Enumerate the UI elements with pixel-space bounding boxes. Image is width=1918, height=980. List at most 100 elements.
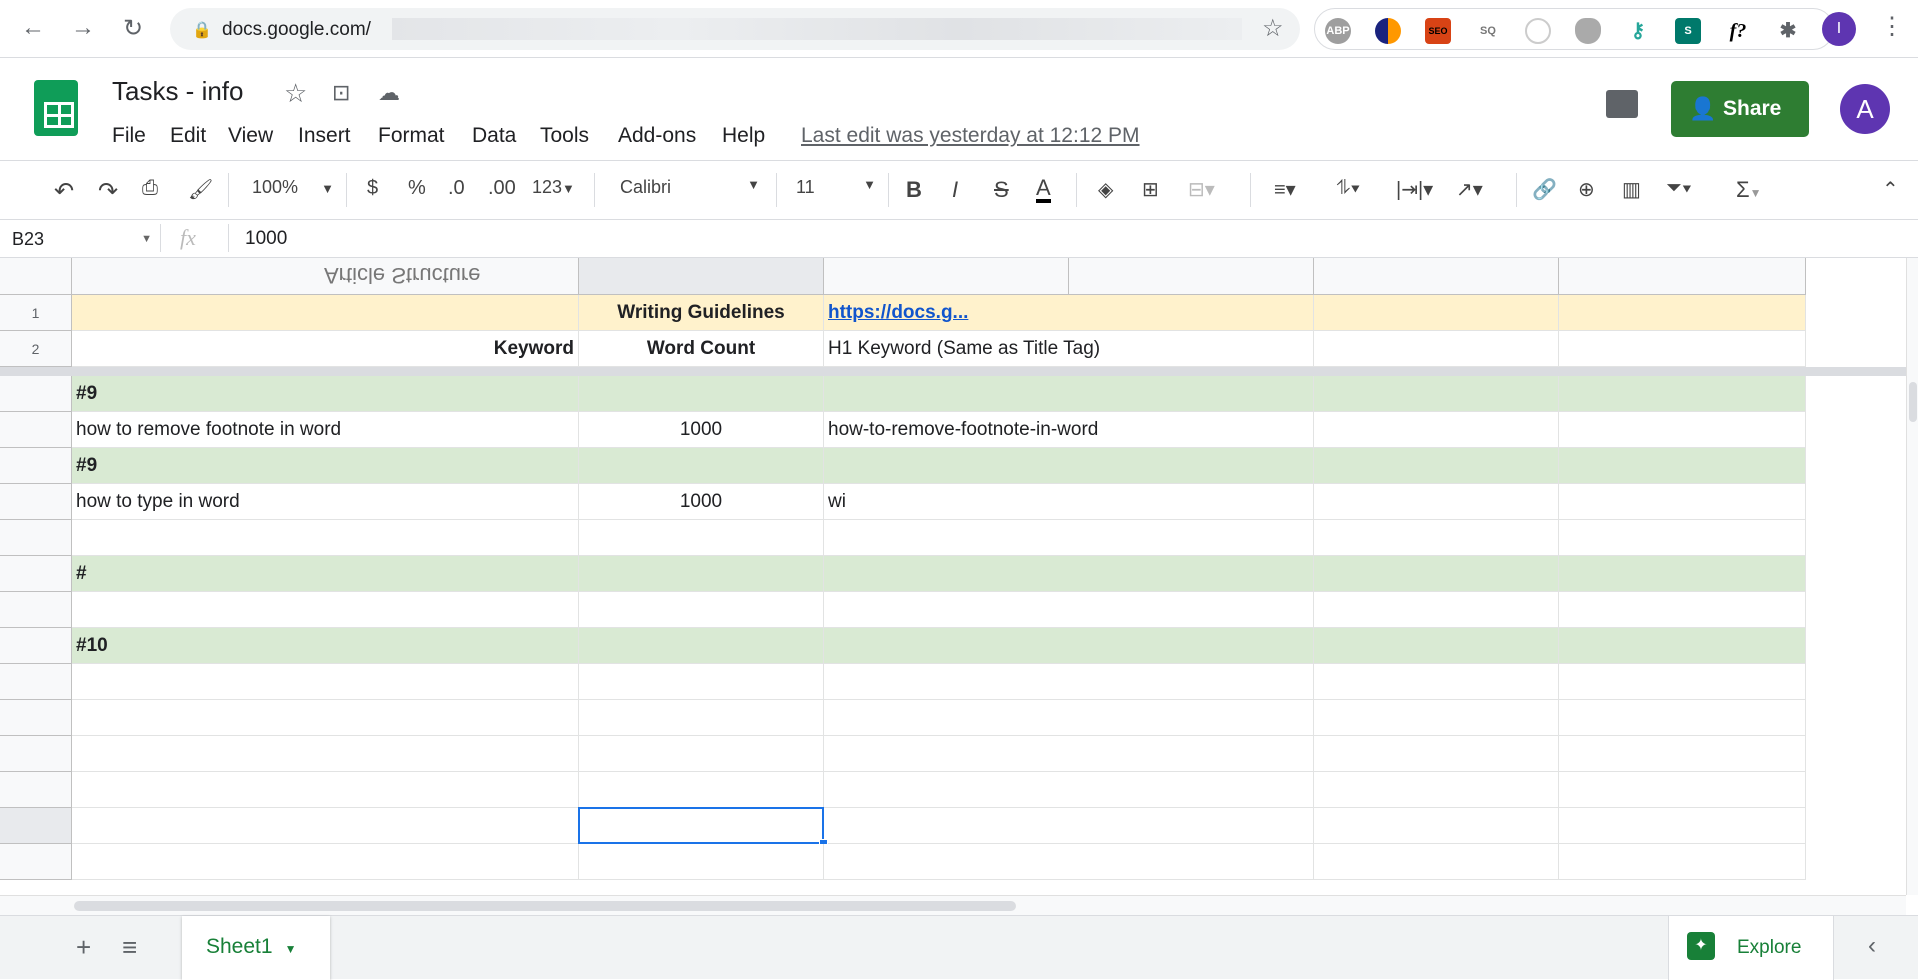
borders-icon[interactable]: ⊞	[1142, 177, 1159, 202]
cell-a[interactable]	[72, 295, 579, 331]
explore-button[interactable]: ✦ Explore	[1668, 916, 1834, 980]
filter-icon[interactable]: ⏷▾	[1666, 177, 1692, 200]
cell-empty[interactable]	[1069, 700, 1314, 736]
cell-empty[interactable]	[1314, 412, 1559, 448]
cell-empty[interactable]	[1559, 592, 1806, 628]
cell-empty[interactable]	[1559, 556, 1806, 592]
shield-gray-icon[interactable]	[1575, 18, 1601, 44]
cell-b[interactable]: 1000	[579, 484, 824, 520]
scroll-thumb[interactable]	[74, 901, 1016, 911]
row-header[interactable]	[0, 844, 72, 880]
all-sheets-button[interactable]: ≡	[122, 932, 137, 963]
cell-b[interactable]	[579, 628, 824, 664]
cell-empty[interactable]	[1314, 736, 1559, 772]
cell-empty[interactable]	[1314, 772, 1559, 808]
cell-empty[interactable]	[1314, 700, 1559, 736]
undo-icon[interactable]: ↶	[54, 177, 74, 206]
cell-b[interactable]	[579, 772, 824, 808]
reload-icon[interactable]: ↻	[118, 14, 148, 43]
row-header[interactable]	[0, 808, 72, 844]
cell-a[interactable]: #	[72, 556, 579, 592]
cell-empty[interactable]	[1559, 376, 1806, 412]
cell-empty[interactable]	[1559, 520, 1806, 556]
strikethrough-button[interactable]: S	[994, 177, 1009, 203]
cell-empty[interactable]	[1069, 520, 1314, 556]
sq-icon[interactable]: SQ	[1475, 18, 1501, 44]
cell-b[interactable]	[579, 844, 824, 880]
menu-data[interactable]: Data	[472, 124, 516, 148]
name-box[interactable]: B23 ▼	[12, 229, 152, 250]
menu-tools[interactable]: Tools	[540, 124, 589, 148]
column-header[interactable]	[579, 258, 824, 295]
shield-outline-icon[interactable]	[1525, 18, 1551, 44]
star-icon[interactable]: ☆	[284, 78, 307, 109]
cell-b[interactable]: Word Count	[579, 331, 824, 367]
menu-help[interactable]: Help	[722, 124, 765, 148]
text-rotation-icon[interactable]: ↗▾	[1456, 177, 1483, 202]
percent-button[interactable]: %	[408, 177, 426, 200]
cell-a[interactable]: #10	[72, 628, 579, 664]
increase-decimal-button[interactable]: .00	[488, 177, 516, 200]
cell-empty[interactable]	[1559, 808, 1806, 844]
cell-a[interactable]: #9	[72, 376, 579, 412]
cell-empty[interactable]	[1314, 295, 1559, 331]
cell-empty[interactable]	[1069, 556, 1314, 592]
cell-empty[interactable]	[1069, 331, 1314, 367]
seo-icon[interactable]: SEO	[1425, 18, 1451, 44]
key-icon[interactable]: ⚷	[1625, 18, 1651, 44]
sheets-logo[interactable]	[34, 80, 78, 136]
cell-empty[interactable]	[1314, 448, 1559, 484]
row-header[interactable]: 2	[0, 331, 72, 367]
cell-a[interactable]	[72, 844, 579, 880]
cell-empty[interactable]	[1559, 331, 1806, 367]
column-header[interactable]	[1559, 258, 1806, 295]
row-header[interactable]: 1	[0, 295, 72, 331]
browser-profile-avatar[interactable]: I	[1822, 12, 1856, 46]
cell-empty[interactable]	[1069, 808, 1314, 844]
cell-a[interactable]	[72, 808, 579, 844]
cell-b[interactable]	[579, 556, 824, 592]
cell-empty[interactable]	[1559, 844, 1806, 880]
cell-b[interactable]	[579, 700, 824, 736]
cell-empty[interactable]	[1314, 484, 1559, 520]
more-formats-button[interactable]: 123▼	[532, 177, 575, 198]
row-header[interactable]	[0, 736, 72, 772]
vertical-align-icon[interactable]: ⥮▾	[1336, 177, 1360, 200]
cloud-saved-icon[interactable]: ☁	[378, 80, 400, 106]
row-header[interactable]	[0, 484, 72, 520]
cell-a[interactable]	[72, 736, 579, 772]
row-header[interactable]	[0, 376, 72, 412]
column-header[interactable]	[1314, 258, 1559, 295]
italic-button[interactable]: I	[952, 177, 958, 203]
abp-icon[interactable]: ABP	[1325, 18, 1351, 44]
cell-b[interactable]: Writing Guidelines	[579, 295, 824, 331]
comments-icon[interactable]	[1606, 90, 1638, 118]
cell-b[interactable]	[579, 664, 824, 700]
cell-empty[interactable]	[1559, 448, 1806, 484]
redo-icon[interactable]: ↷	[98, 177, 118, 206]
forward-icon[interactable]: →	[68, 14, 98, 42]
cell-empty[interactable]	[1314, 556, 1559, 592]
cell-empty[interactable]	[1314, 664, 1559, 700]
cell-a[interactable]	[72, 700, 579, 736]
spreadsheet-grid[interactable]: Article Structure 1 Writing Guidelines http…	[0, 258, 1906, 895]
row-header[interactable]	[0, 520, 72, 556]
cell-a[interactable]	[72, 592, 579, 628]
paint-format-icon[interactable]: 🖌	[188, 177, 213, 202]
insert-link-icon[interactable]: 🔗	[1532, 177, 1557, 202]
text-wrap-icon[interactable]: |⇥|▾	[1396, 177, 1433, 202]
cell-empty[interactable]	[1559, 412, 1806, 448]
decrease-decimal-button[interactable]: .0	[448, 177, 465, 200]
doc-title[interactable]: Tasks - info	[112, 76, 244, 107]
sync-icon[interactable]	[1375, 18, 1401, 44]
currency-button[interactable]: $	[367, 177, 378, 200]
cell-empty[interactable]	[1559, 628, 1806, 664]
horizontal-align-icon[interactable]: ≡▾	[1274, 177, 1296, 202]
back-icon[interactable]: ←	[18, 14, 48, 42]
column-header[interactable]	[1069, 258, 1314, 295]
cell-empty[interactable]	[1559, 295, 1806, 331]
fill-color-icon[interactable]: ◈	[1098, 177, 1113, 202]
move-folder-icon[interactable]: ⊡	[332, 80, 350, 106]
row-header[interactable]	[0, 772, 72, 808]
cell-empty[interactable]	[1559, 736, 1806, 772]
